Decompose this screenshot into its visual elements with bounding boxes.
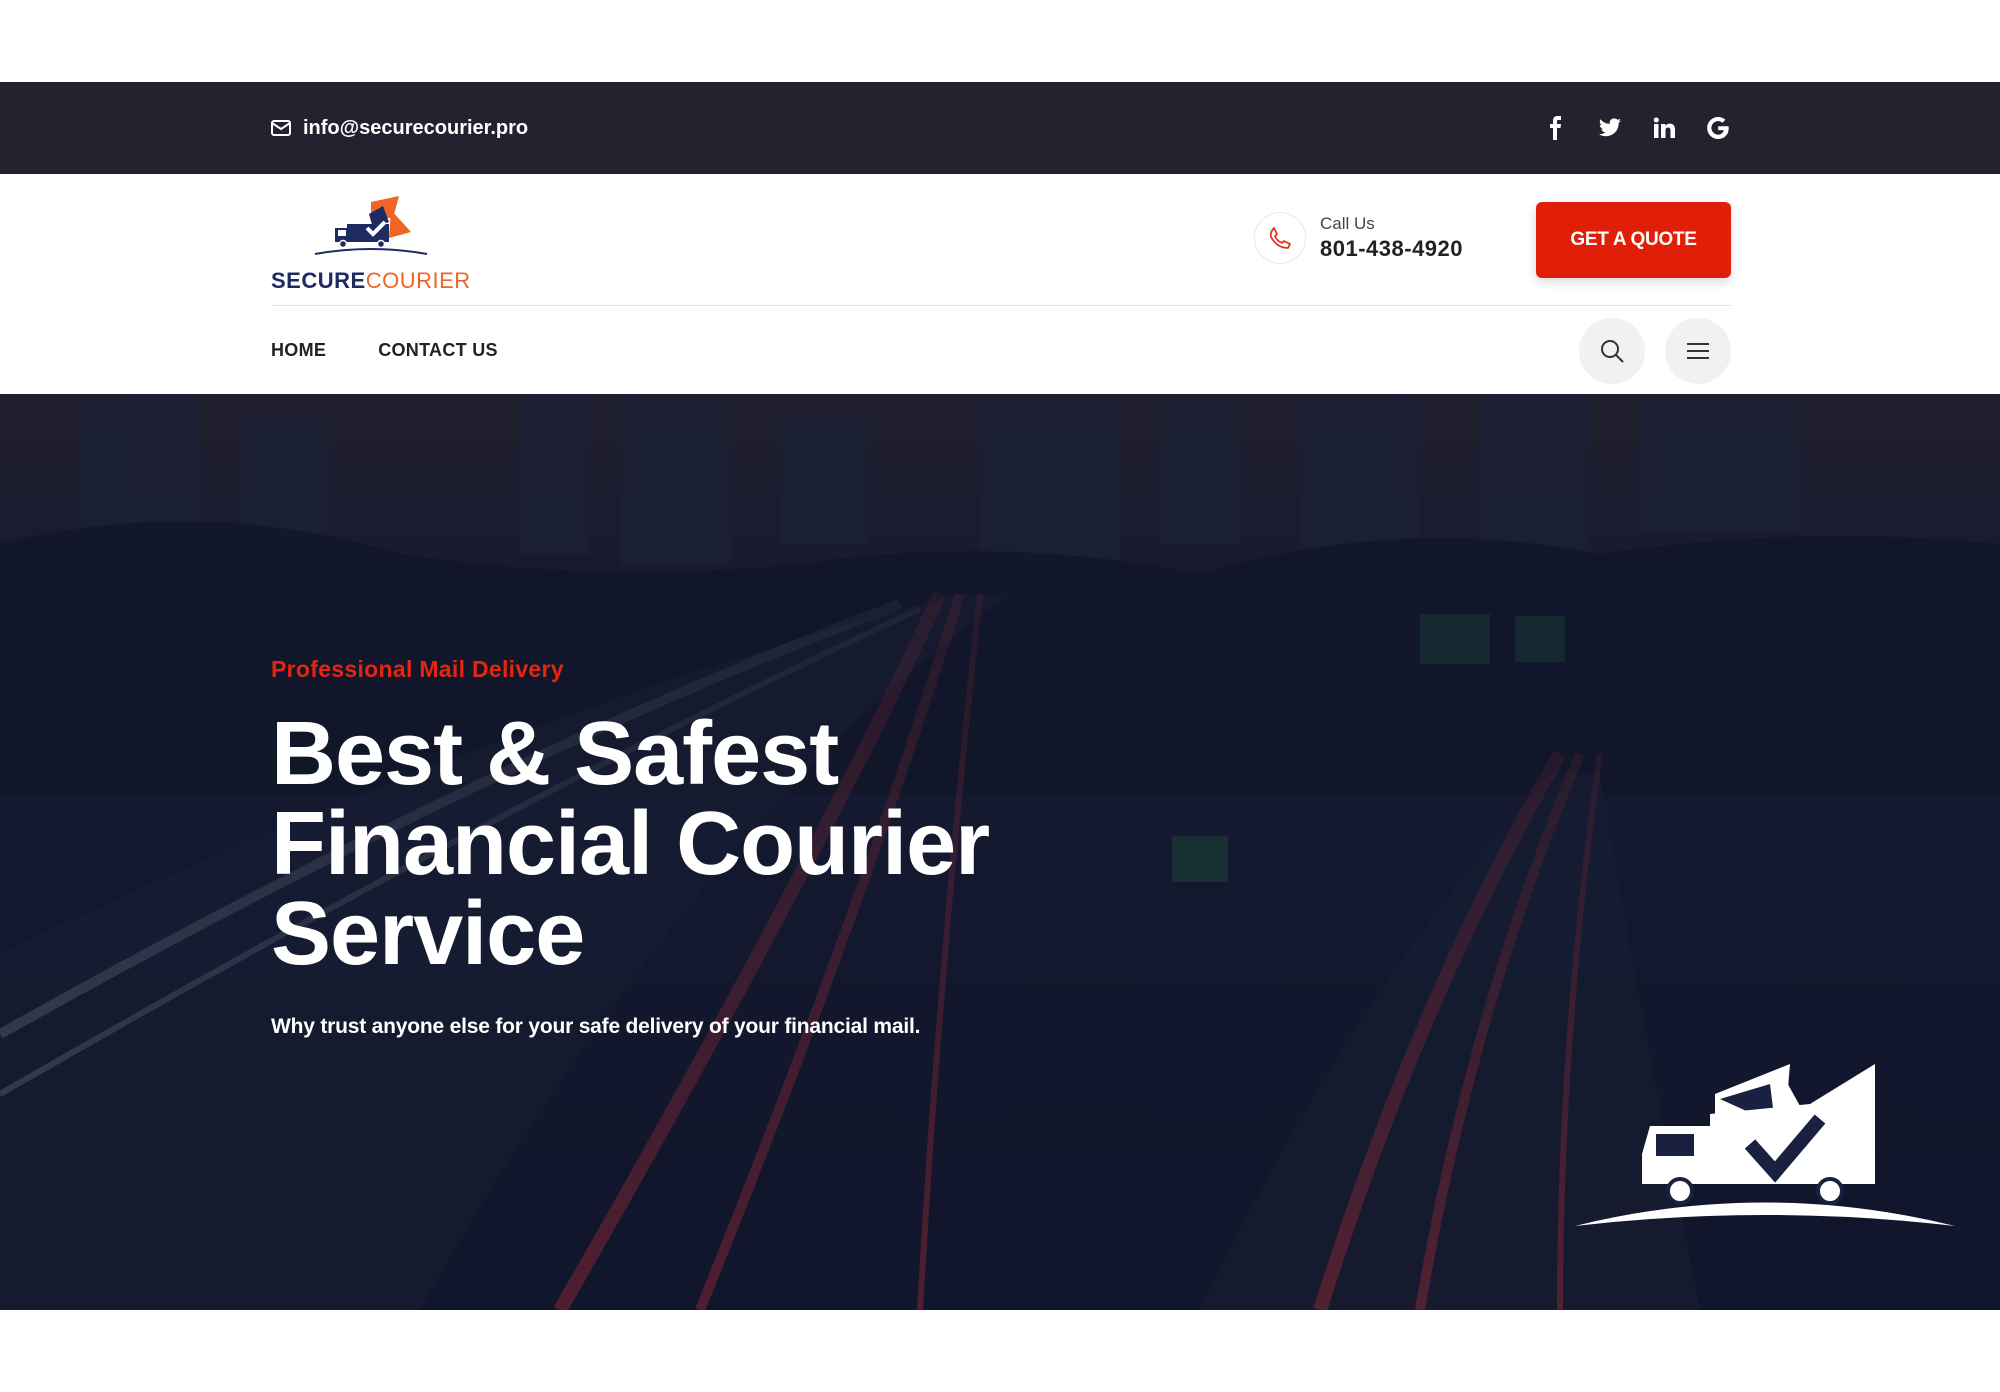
facebook-icon[interactable] bbox=[1542, 114, 1570, 142]
site-logo[interactable]: SECURECOURIER bbox=[271, 192, 471, 293]
phone-number[interactable]: 801-438-4920 bbox=[1320, 236, 1463, 262]
site-header: SECURECOURIER Call Us 801-438-4920 GET A… bbox=[271, 174, 1731, 306]
email-text: info@securecourier.pro bbox=[303, 116, 529, 139]
hero-content: Professional Mail Delivery Best & Safest… bbox=[271, 656, 1171, 1039]
call-us-block[interactable]: Call Us 801-438-4920 bbox=[1254, 212, 1463, 264]
hero-section: Professional Mail Delivery Best & Safest… bbox=[0, 394, 2000, 1310]
call-us-label: Call Us bbox=[1320, 214, 1375, 233]
phone-icon bbox=[1254, 212, 1306, 264]
top-bar: info@securecourier.pro bbox=[0, 82, 2000, 174]
hero-subtitle: Why trust anyone else for your safe deli… bbox=[271, 1015, 921, 1038]
social-links bbox=[1542, 82, 1732, 174]
menu-button[interactable] bbox=[1665, 318, 1731, 384]
main-nav: HOME CONTACT US bbox=[271, 306, 1731, 394]
linkedin-icon[interactable] bbox=[1650, 114, 1678, 142]
nav-item-home[interactable]: HOME bbox=[271, 340, 326, 361]
email-link[interactable]: info@securecourier.pro bbox=[271, 82, 528, 174]
envelope-icon bbox=[271, 120, 291, 136]
logo-wordmark: SECURECOURIER bbox=[271, 268, 471, 293]
courier-truck-logo-icon bbox=[314, 196, 428, 255]
hero-headline: Best & Safest Financial Courier Service bbox=[271, 704, 990, 984]
twitter-icon[interactable] bbox=[1596, 114, 1624, 142]
search-icon bbox=[1601, 340, 1624, 363]
delivery-truck-icon bbox=[1575, 1064, 1955, 1226]
google-icon[interactable] bbox=[1704, 114, 1732, 142]
search-button[interactable] bbox=[1579, 318, 1645, 384]
get-a-quote-button[interactable]: GET A QUOTE bbox=[1536, 202, 1731, 278]
hamburger-icon bbox=[1687, 343, 1709, 359]
hero-eyebrow: Professional Mail Delivery bbox=[271, 656, 564, 682]
nav-item-contact-us[interactable]: CONTACT US bbox=[378, 340, 498, 361]
